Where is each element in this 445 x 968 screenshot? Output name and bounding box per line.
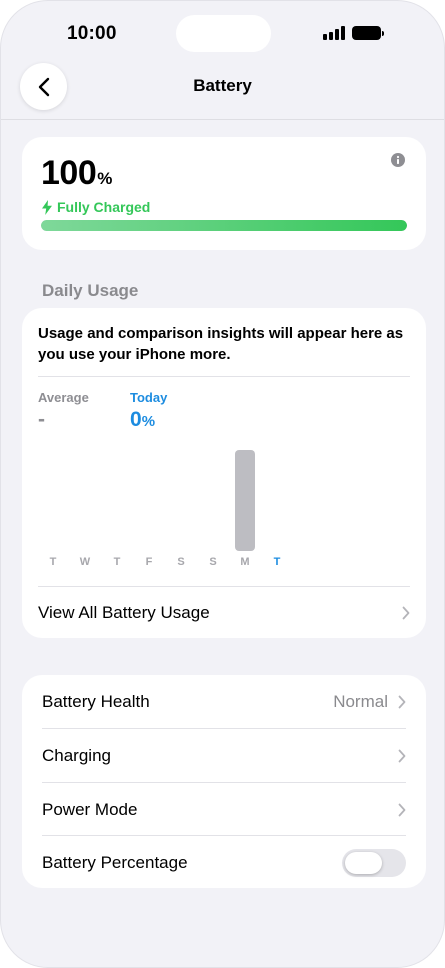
info-icon[interactable]	[391, 153, 405, 167]
today-value-number: 0	[130, 408, 142, 431]
bolt-icon	[42, 199, 52, 215]
average-value: -	[38, 408, 45, 431]
page-title: Battery	[193, 76, 252, 95]
battery-health-label: Battery Health	[42, 691, 150, 711]
day-label: F	[145, 556, 153, 568]
battery-level-value: 100%	[41, 154, 112, 193]
view-all-battery-usage-label: View All Battery Usage	[38, 603, 210, 622]
usage-divider	[38, 586, 410, 587]
charge-status: Fully Charged	[42, 199, 150, 215]
usage-bar-monday	[235, 450, 255, 551]
day-label: T	[49, 556, 57, 568]
battery-percentage-label: Battery Percentage	[42, 852, 188, 872]
usage-divider	[38, 376, 410, 377]
chevron-right-icon	[398, 695, 406, 708]
charging-row[interactable]: Charging	[22, 729, 426, 782]
battery-health-row[interactable]: Battery Health Normal	[22, 675, 426, 728]
today-label: Today	[130, 390, 168, 405]
day-label: S	[209, 556, 217, 568]
daily-usage-card: Usage and comparison insights will appea…	[22, 308, 426, 638]
usage-insight-text: Usage and comparison insights will appea…	[38, 325, 404, 363]
battery-health-value: Normal	[333, 691, 388, 711]
battery-level-fill	[41, 220, 407, 231]
toggle-knob	[345, 851, 382, 874]
battery-level-unit: %	[97, 169, 112, 188]
today-value: 0%	[130, 408, 155, 432]
chevron-right-icon	[398, 803, 406, 816]
today-value-unit: %	[141, 413, 156, 430]
day-label: W	[79, 556, 91, 568]
view-all-battery-usage-row[interactable]: View All Battery Usage	[22, 588, 426, 638]
battery-level-number: 100	[41, 154, 97, 192]
chevron-right-icon	[402, 606, 410, 620]
day-label-today: T	[273, 556, 281, 568]
average-label: Average	[38, 390, 89, 405]
nav-divider	[1, 119, 444, 120]
battery-percentage-toggle[interactable]	[342, 848, 406, 877]
day-label: T	[113, 556, 121, 568]
battery-level-card: 100% Fully Charged	[22, 137, 426, 250]
phone-screen: 10:00 Battery 100% Fully Charged Daily U…	[0, 0, 445, 968]
chevron-right-icon	[398, 749, 406, 762]
day-label: S	[177, 556, 185, 568]
battery-percentage-row: Battery Percentage	[22, 836, 426, 889]
power-mode-label: Power Mode	[42, 799, 138, 819]
status-icons	[323, 26, 384, 40]
dynamic-island	[176, 15, 271, 52]
status-time: 10:00	[67, 23, 117, 44]
daily-usage-heading: Daily Usage	[42, 281, 139, 300]
battery-full-icon	[352, 26, 384, 40]
battery-settings-list: Battery Health Normal Charging Power Mod…	[22, 675, 426, 888]
charge-status-label: Fully Charged	[57, 199, 151, 215]
day-label: M	[240, 556, 250, 568]
charging-label: Charging	[42, 745, 111, 765]
power-mode-row[interactable]: Power Mode	[22, 783, 426, 836]
signal-bars-icon	[323, 26, 345, 40]
battery-level-bar	[41, 220, 407, 231]
